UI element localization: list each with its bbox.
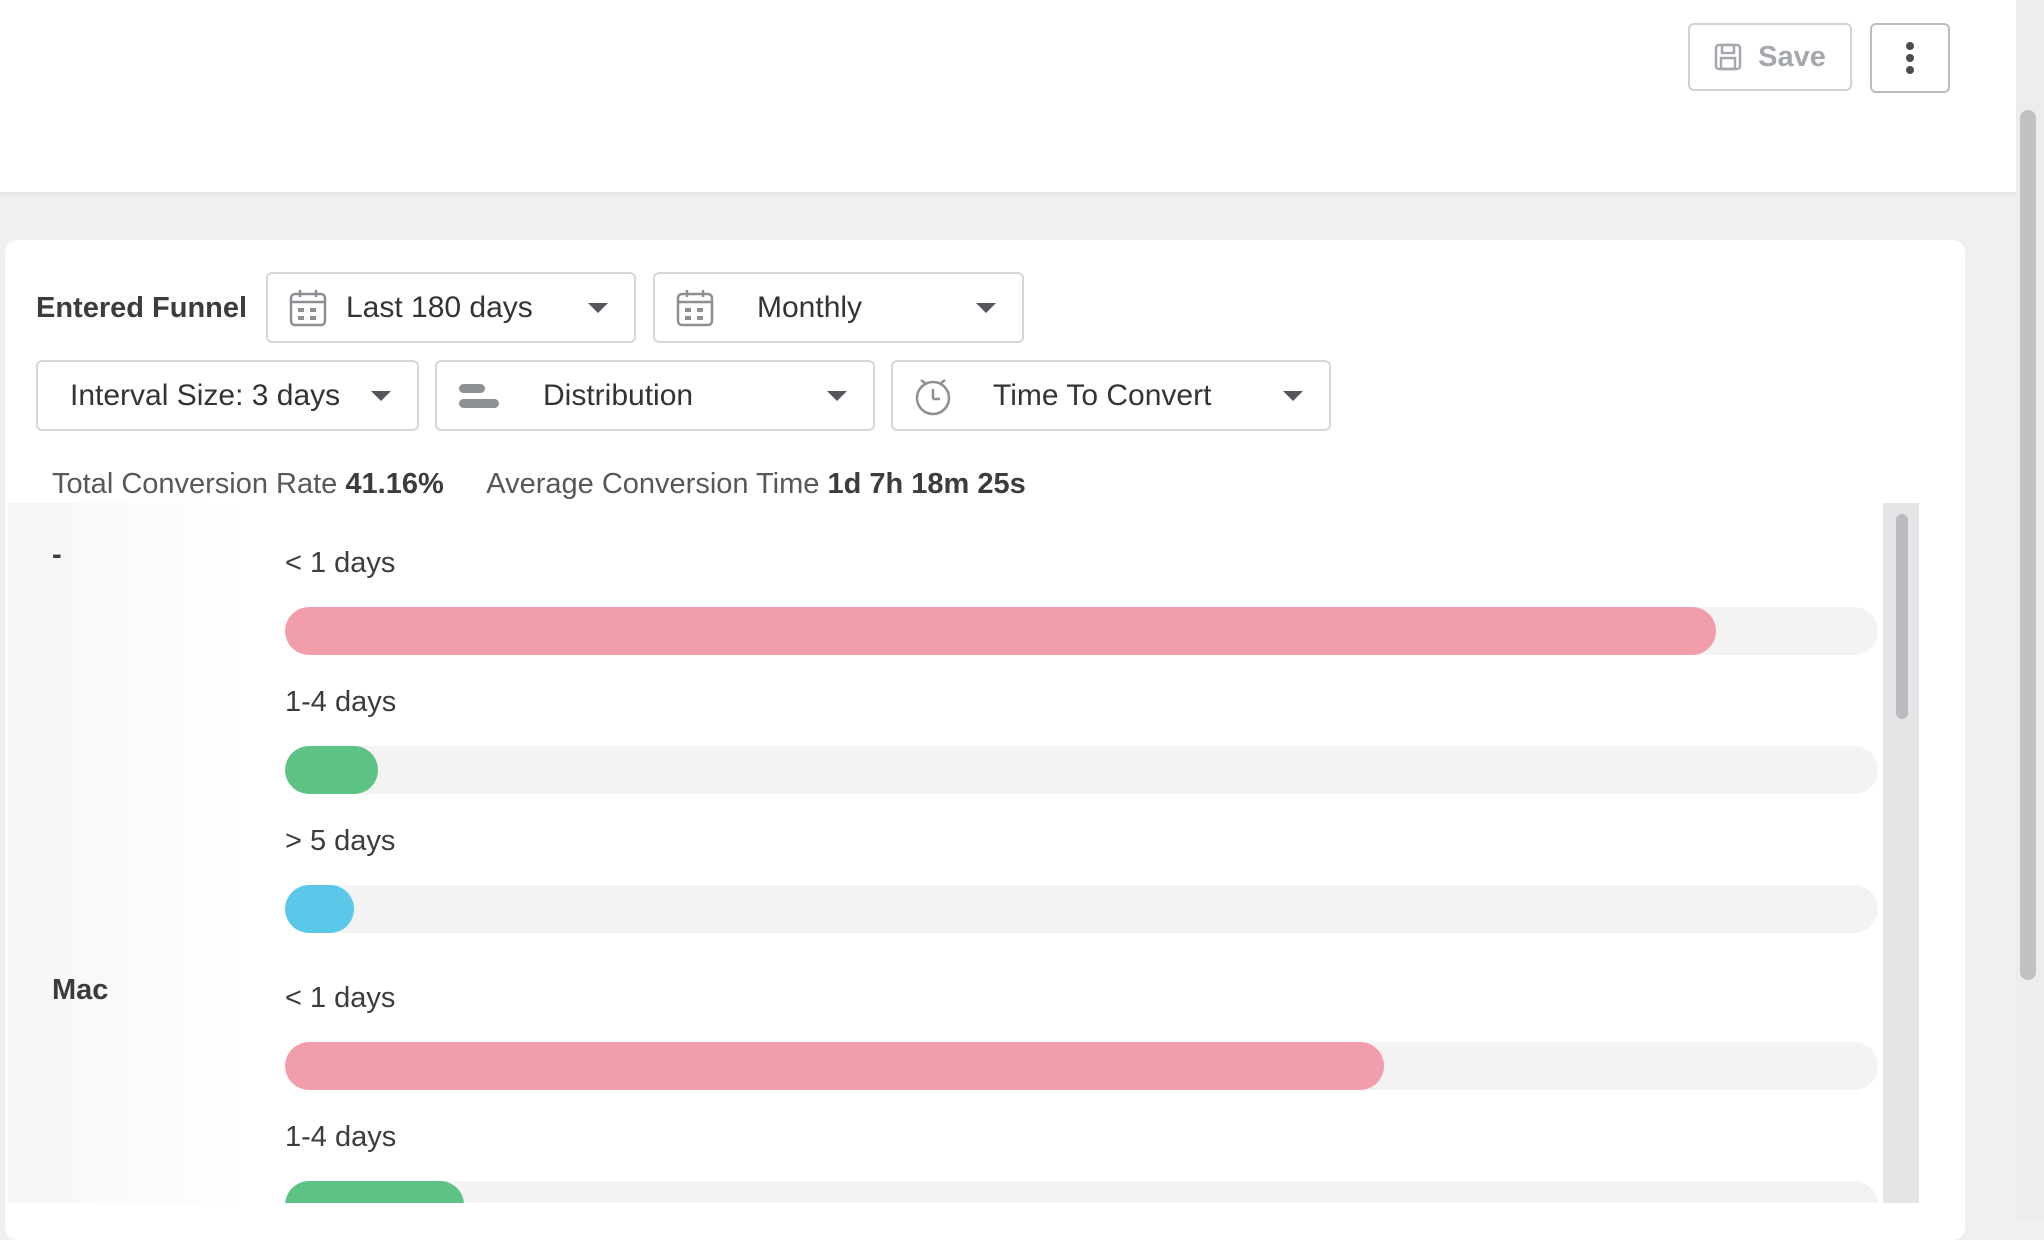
bar-track (285, 1042, 1878, 1090)
save-button[interactable]: Save (1688, 23, 1852, 91)
floppy-disk-icon (1714, 43, 1742, 71)
bar-track (285, 1181, 1878, 1203)
bar-track (285, 885, 1878, 933)
period-dropdown[interactable]: Monthly (653, 272, 1024, 343)
bar-fill[interactable] (285, 746, 379, 794)
interval-size-dropdown[interactable]: Interval Size: 3 days (36, 360, 419, 431)
chevron-down-icon (827, 390, 847, 401)
bucket-label: < 1 days (285, 547, 396, 579)
period-value: Monthly (757, 290, 863, 324)
total-conversion-rate-value: 41.16% (345, 468, 444, 500)
list-scrollbar-thumb[interactable] (1896, 514, 1908, 719)
date-range-value: Last 180 days (346, 290, 533, 324)
calendar-icon (288, 288, 328, 328)
more-options-button[interactable] (1870, 23, 1950, 93)
bar-fill[interactable] (285, 607, 1716, 655)
average-conversion-time-label: Average Conversion Time (486, 468, 820, 500)
bar-track (285, 746, 1878, 794)
bar-fill[interactable] (285, 1181, 464, 1203)
view-type-value: Distribution (543, 378, 694, 412)
chevron-down-icon (371, 390, 391, 401)
distribution-list[interactable]: -< 1 days89.82%1-4 days5.86%> 5 days4.32… (0, 503, 2016, 1203)
interval-size-value: Interval Size: 3 days (70, 378, 341, 412)
calendar-icon (675, 288, 715, 328)
stopwatch-icon (913, 375, 953, 417)
chevron-down-icon (588, 302, 608, 313)
save-label: Save (1758, 40, 1826, 73)
metric-value: Time To Convert (993, 378, 1212, 412)
chevron-down-icon (1283, 390, 1303, 401)
bar-fill[interactable] (285, 1042, 1385, 1090)
date-range-dropdown[interactable]: Last 180 days (266, 272, 636, 343)
bar-fill[interactable] (285, 885, 354, 933)
total-conversion-rate-label: Total Conversion Rate (52, 468, 338, 500)
group-label: Mac (52, 974, 109, 1006)
average-conversion-time-value: 1d 7h 18m 25s (827, 468, 1026, 500)
entered-funnel-label: Entered Funnel (36, 292, 248, 324)
page-scrollbar-thumb[interactable] (2020, 110, 2036, 980)
metric-dropdown[interactable]: Time To Convert (891, 360, 1331, 431)
vertical-dots-icon (1905, 41, 1915, 75)
bucket-label: 1-4 days (285, 686, 397, 718)
bar-track (285, 607, 1878, 655)
bucket-label: > 5 days (285, 825, 396, 857)
chevron-down-icon (976, 302, 996, 313)
conversion-summary: Total Conversion Rate 41.16% Average Con… (52, 466, 1026, 502)
view-type-dropdown[interactable]: Distribution (435, 360, 875, 431)
bucket-label: < 1 days (285, 982, 396, 1014)
bucket-label: 1-4 days (285, 1121, 397, 1153)
group-label: - (52, 539, 62, 571)
bar-chart-horizontal-icon (457, 381, 501, 411)
